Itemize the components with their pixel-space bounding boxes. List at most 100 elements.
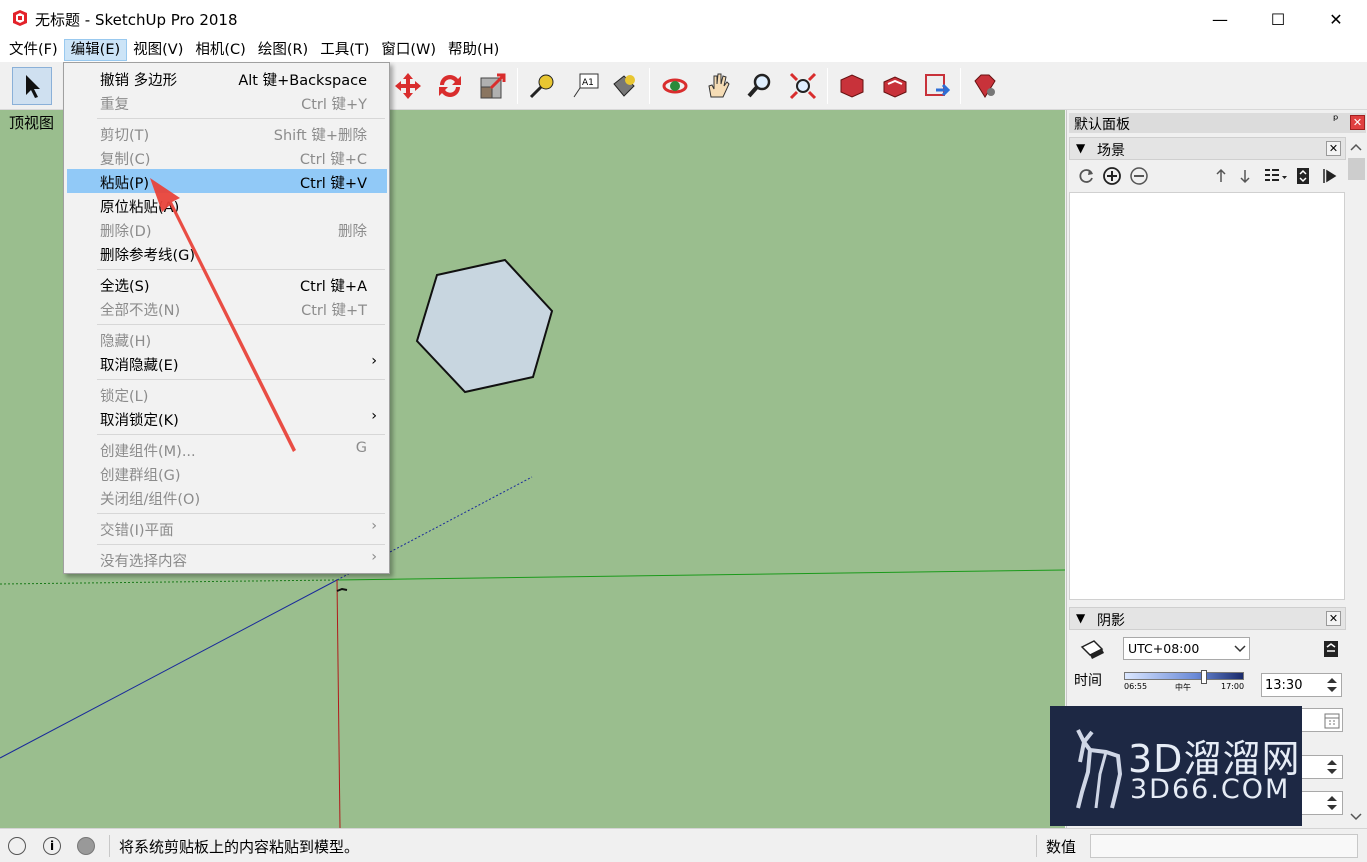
submenu-arrow-icon: ›: [371, 518, 377, 534]
text-tool-button[interactable]: A1: [565, 67, 605, 105]
close-button[interactable]: ✕: [1307, 0, 1365, 38]
menu-item-redo[interactable]: 重复 Ctrl 键+Y: [67, 90, 387, 114]
menu-tools[interactable]: 工具(T): [314, 39, 375, 61]
calendar-icon[interactable]: [1324, 713, 1340, 729]
tray-scrollbar[interactable]: [1346, 138, 1367, 828]
time-label: 时间: [1074, 673, 1102, 689]
shadows-panel-header[interactable]: ▼ 阴影 ✕: [1069, 607, 1346, 630]
scroll-up-icon[interactable]: [1350, 142, 1362, 152]
menu-window[interactable]: 窗口(W): [375, 39, 442, 61]
minimize-icon: —: [1212, 9, 1228, 29]
red-axis-line: [336, 579, 341, 828]
menu-item-cut[interactable]: 剪切(T) Shift 键+删除: [67, 121, 387, 145]
3d-warehouse-icon: [840, 74, 864, 98]
menu-item-make-group[interactable]: 创建群组(G): [67, 461, 387, 485]
svg-text:A1: A1: [582, 78, 594, 88]
collapse-icon: ▼: [1076, 141, 1086, 155]
add-scene-icon[interactable]: [1102, 166, 1122, 186]
remove-scene-icon[interactable]: [1129, 166, 1149, 186]
time-slider-thumb[interactable]: [1201, 670, 1207, 684]
minimize-button[interactable]: —: [1191, 0, 1249, 38]
menu-item-hide[interactable]: 隐藏(H): [67, 327, 387, 351]
menu-item-no-selection[interactable]: 没有选择内容 ›: [67, 547, 387, 571]
menu-item-close-group[interactable]: 关闭组/组件(O): [67, 485, 387, 509]
menu-item-select-all[interactable]: 全选(S) Ctrl 键+A: [67, 272, 387, 296]
menu-item-undo[interactable]: 撤销 多边形 Alt 键+Backspace: [67, 66, 387, 90]
scenes-close-icon[interactable]: ✕: [1326, 141, 1341, 156]
maximize-button[interactable]: ☐: [1249, 0, 1307, 38]
time-input[interactable]: 13:30: [1261, 673, 1342, 697]
share-model-icon: [883, 76, 907, 98]
share-component-button[interactable]: [917, 67, 957, 105]
edit-menu-dropdown: 撤销 多边形 Alt 键+Backspace 重复 Ctrl 键+Y 剪切(T) Sh…: [63, 62, 390, 574]
pan-tool-button[interactable]: [698, 67, 738, 105]
menu-edit[interactable]: 编辑(E): [63, 39, 128, 61]
light-input[interactable]: [1301, 755, 1343, 779]
extension-warehouse-button[interactable]: [965, 67, 1005, 105]
menu-camera[interactable]: 相机(C): [189, 39, 251, 61]
menu-item-paste[interactable]: 粘贴(P) Ctrl 键+V: [67, 169, 387, 193]
submenu-arrow-icon: ›: [371, 549, 377, 565]
move-scene-down-icon[interactable]: [1237, 166, 1253, 186]
menu-item-lock[interactable]: 锁定(L): [67, 382, 387, 406]
view-options-icon[interactable]: [1263, 166, 1289, 186]
menu-draw[interactable]: 绘图(R): [252, 39, 314, 61]
submenu-arrow-icon: ›: [371, 408, 377, 424]
geo-location-icon[interactable]: [8, 837, 26, 855]
spinner-arrows-icon[interactable]: [1324, 793, 1340, 813]
menu-item-delete[interactable]: 删除(D) 删除: [67, 217, 387, 241]
dark-input[interactable]: [1301, 791, 1343, 815]
shadows-close-icon[interactable]: ✕: [1326, 611, 1341, 626]
user-account-icon[interactable]: [77, 837, 95, 855]
share-model-button[interactable]: [875, 67, 915, 105]
spinner-arrows-icon[interactable]: [1324, 757, 1340, 777]
measurements-label: 数值: [1046, 838, 1077, 856]
scenes-toolbar: [1069, 161, 1346, 191]
blue-axis-line: [0, 579, 338, 759]
tape-measure-tool-button[interactable]: [522, 67, 562, 105]
select-tool-button[interactable]: [12, 67, 52, 105]
menu-item-unlock[interactable]: 取消锁定(K) ›: [67, 406, 387, 430]
menu-file[interactable]: 文件(F): [3, 39, 64, 61]
move-tool-button[interactable]: [388, 67, 428, 105]
menu-item-make-component[interactable]: 创建组件(M)... G: [67, 437, 387, 461]
move-scene-up-icon[interactable]: [1213, 166, 1229, 186]
expand-panel-icon[interactable]: [1321, 166, 1341, 186]
menu-view[interactable]: 视图(V): [127, 39, 189, 61]
hexagon-face: [415, 258, 554, 394]
menu-item-intersect-faces[interactable]: 交错(I)平面 ›: [67, 516, 387, 540]
paint-bucket-tool-button[interactable]: [604, 67, 644, 105]
scenes-list[interactable]: [1069, 192, 1345, 600]
scenes-panel-header[interactable]: ▼ 场景 ✕: [1069, 137, 1346, 160]
scroll-thumb[interactable]: [1348, 158, 1365, 180]
timezone-select[interactable]: UTC+08:00: [1123, 637, 1250, 660]
orbit-tool-button[interactable]: [655, 67, 695, 105]
tray-close-icon[interactable]: ✕: [1350, 115, 1365, 130]
zoom-extents-button[interactable]: [783, 67, 823, 105]
spinner-arrows-icon[interactable]: [1324, 675, 1340, 695]
measurements-input[interactable]: [1090, 834, 1358, 858]
scale-tool-button[interactable]: [473, 67, 513, 105]
zoom-tool-button[interactable]: [740, 67, 780, 105]
arrow-cursor-icon: [26, 75, 40, 98]
warehouse-button[interactable]: [832, 67, 872, 105]
menu-item-copy[interactable]: 复制(C) Ctrl 键+C: [67, 145, 387, 169]
shadow-toggle-icon[interactable]: [1078, 637, 1106, 663]
scroll-down-icon[interactable]: [1350, 812, 1362, 822]
scenes-panel-title: 场景: [1097, 143, 1125, 159]
sketchup-logo-icon: [11, 9, 29, 27]
menu-item-unhide[interactable]: 取消隐藏(E) ›: [67, 351, 387, 375]
info-icon[interactable]: i: [43, 837, 61, 855]
menu-help[interactable]: 帮助(H): [442, 39, 505, 61]
rotate-tool-button[interactable]: [430, 67, 470, 105]
show-details-icon[interactable]: [1295, 166, 1311, 186]
time-slider[interactable]: [1124, 672, 1244, 680]
pin-icon[interactable]: ᵖ: [1333, 113, 1339, 128]
date-input[interactable]: [1301, 708, 1343, 732]
ruby-gem-icon: [974, 74, 996, 98]
refresh-icon[interactable]: [1076, 166, 1096, 186]
menu-item-select-none[interactable]: 全部不选(N) Ctrl 键+T: [67, 296, 387, 320]
menu-item-paste-in-place[interactable]: 原位粘贴(A): [67, 193, 387, 217]
expand-settings-icon[interactable]: [1323, 640, 1339, 658]
menu-item-delete-guides[interactable]: 删除参考线(G): [67, 241, 387, 265]
